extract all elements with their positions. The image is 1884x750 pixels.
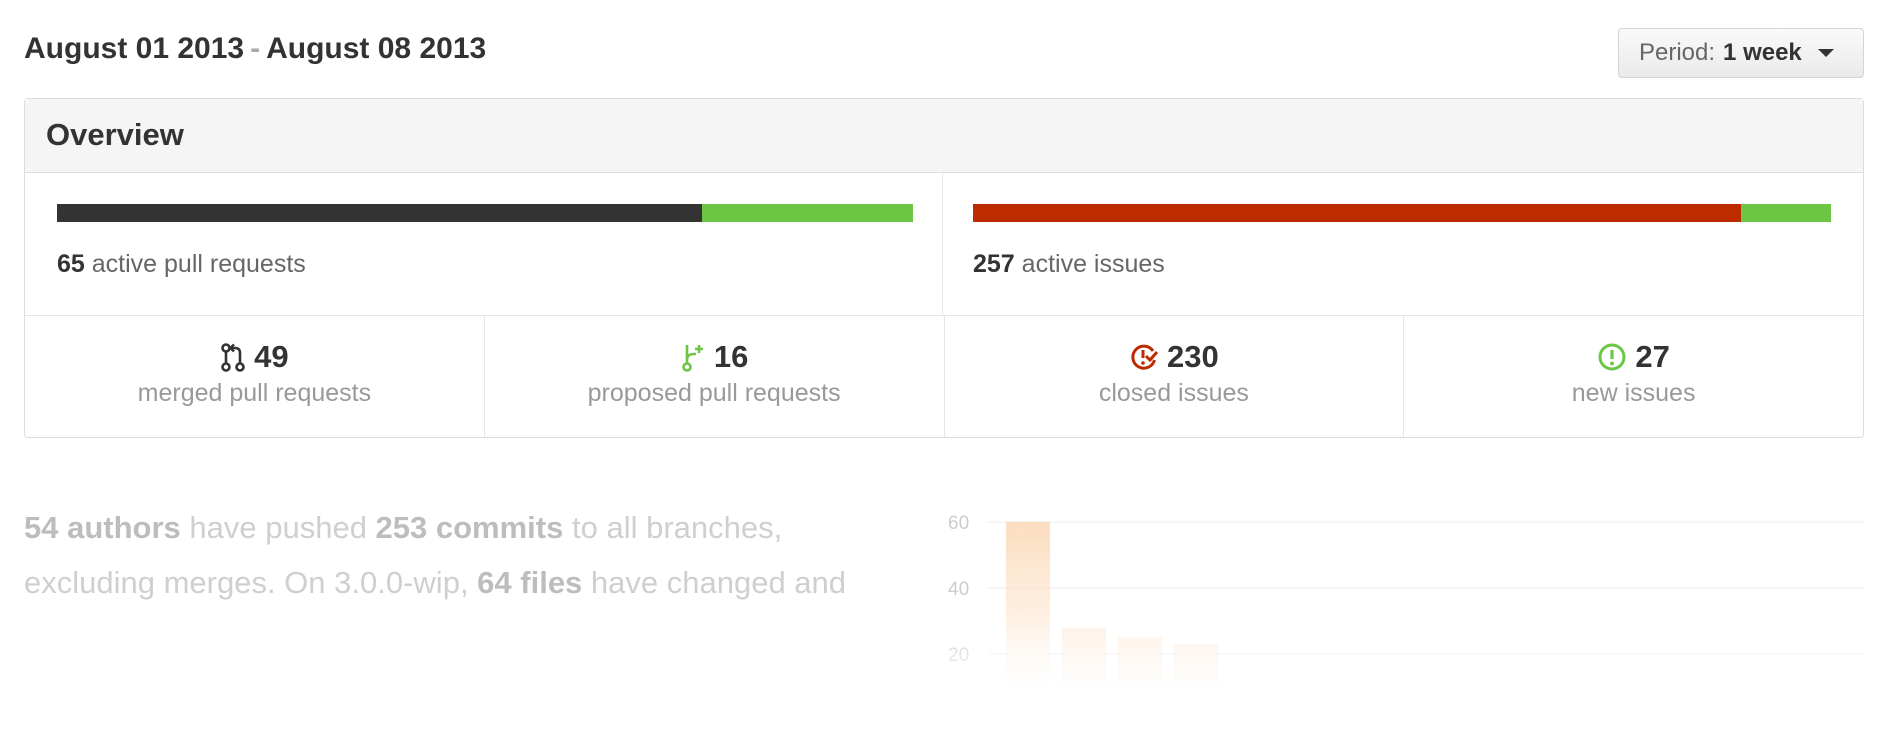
new-issues-label: new issues: [1571, 379, 1696, 407]
commit-text-3: have changed and: [582, 565, 847, 600]
commits-count: 253 commits: [375, 510, 564, 545]
merged-pull-requests-label: merged pull requests: [137, 379, 372, 407]
active-pull-requests-count: 65: [57, 250, 85, 278]
date-start: August 01 2013: [24, 32, 245, 65]
date-range: August 01 2013- August 08 2013: [24, 32, 486, 66]
merged-pull-requests-count: 49: [254, 339, 289, 374]
closed-issues-stat[interactable]: 230 closed issues: [945, 316, 1405, 437]
active-issues-text: 257 active issues: [973, 250, 1165, 279]
header-row: August 01 2013- August 08 2013 Period: 1 …: [24, 28, 1864, 80]
issues-summary[interactable]: 257 active issues: [943, 173, 1863, 315]
commit-activity-section: 54 authors have pushed 253 commits to al…: [0, 470, 1884, 750]
closed-issues-count: 230: [1167, 339, 1219, 374]
chevron-down-icon: [1817, 49, 1834, 57]
git-pull-request-icon: [682, 345, 703, 372]
period-dropdown-button[interactable]: Period: 1 week: [1618, 28, 1864, 78]
commit-text-1: have pushed: [180, 510, 376, 545]
pull-requests-proposed-segment: [702, 204, 913, 222]
active-pull-requests-text: 65 active pull requests: [57, 250, 306, 279]
pull-requests-summary[interactable]: 65 active pull requests: [25, 173, 943, 315]
proposed-pull-requests-stat[interactable]: 16 proposed pull requests: [485, 316, 945, 437]
issues-bar: [973, 204, 1831, 222]
period-value: 1 week: [1723, 39, 1802, 66]
active-issues-count: 257: [973, 250, 1015, 278]
fade-overlay: [0, 620, 1884, 750]
date-end: August 08 2013: [266, 32, 487, 65]
pull-requests-bar: [57, 204, 913, 222]
proposed-pull-requests-label: proposed pull requests: [587, 379, 841, 407]
files-count: 64 files: [477, 565, 583, 600]
git-merge-icon: [221, 343, 245, 372]
issue-opened-icon: [1598, 343, 1626, 371]
new-issues-stat[interactable]: 27 new issues: [1404, 316, 1863, 437]
overview-summary: 65 active pull requests 257 active issue…: [25, 173, 1863, 316]
authors-count: 54 authors: [24, 510, 181, 545]
merged-pull-requests-stat[interactable]: 49 merged pull requests: [25, 316, 485, 437]
issues-closed-segment: [973, 204, 1741, 222]
overview-stats: 49 merged pull requests 16 proposed pull…: [25, 316, 1863, 437]
commit-summary-text: 54 authors have pushed 253 commits to al…: [24, 500, 904, 610]
issue-closed-icon: [1131, 344, 1159, 370]
overview-panel: Overview 65 active pull requests 257 act…: [24, 98, 1864, 438]
proposed-pull-requests-count: 16: [713, 339, 749, 374]
chart-y-tick-label: 60: [948, 513, 969, 534]
issues-new-segment: [1740, 204, 1831, 222]
pull-requests-merged-segment: [57, 204, 703, 222]
period-label: Period:: [1639, 39, 1716, 66]
new-issues-count: 27: [1635, 339, 1670, 374]
closed-issues-label: closed issues: [1098, 379, 1249, 407]
active-issues-label: active issues: [1021, 250, 1165, 278]
overview-title: Overview: [25, 99, 1863, 173]
date-separator: -: [250, 32, 261, 65]
active-pull-requests-label: active pull requests: [91, 250, 306, 278]
chart-y-tick-label: 40: [948, 579, 969, 600]
